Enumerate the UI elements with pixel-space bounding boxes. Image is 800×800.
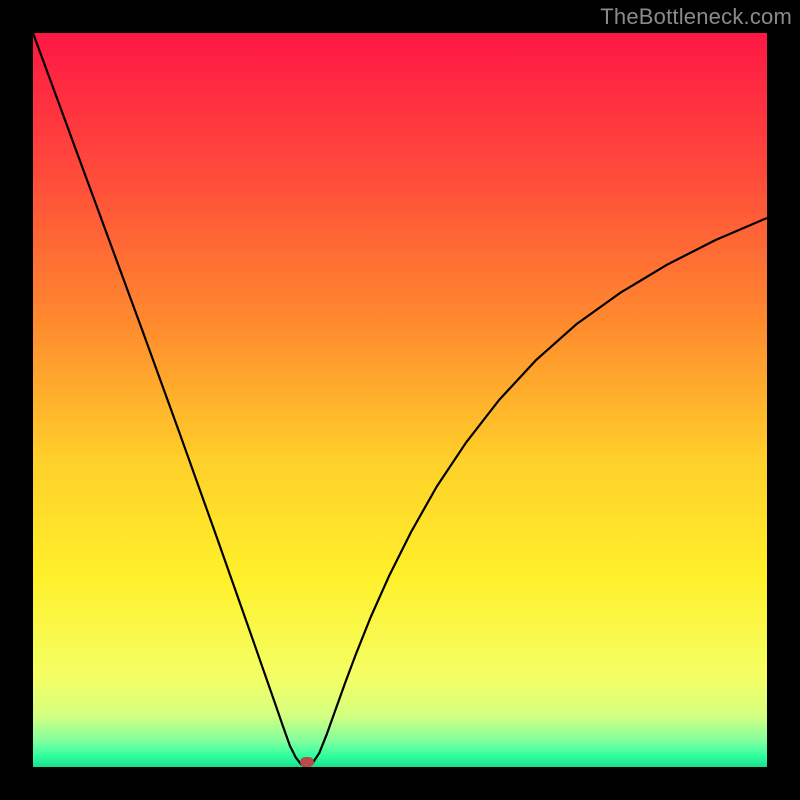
chart-svg	[33, 33, 767, 767]
chart-frame: TheBottleneck.com	[0, 0, 800, 800]
optimal-point-marker	[300, 757, 314, 767]
plot-area	[33, 33, 767, 767]
gradient-background	[33, 33, 767, 767]
watermark-text: TheBottleneck.com	[600, 4, 792, 30]
